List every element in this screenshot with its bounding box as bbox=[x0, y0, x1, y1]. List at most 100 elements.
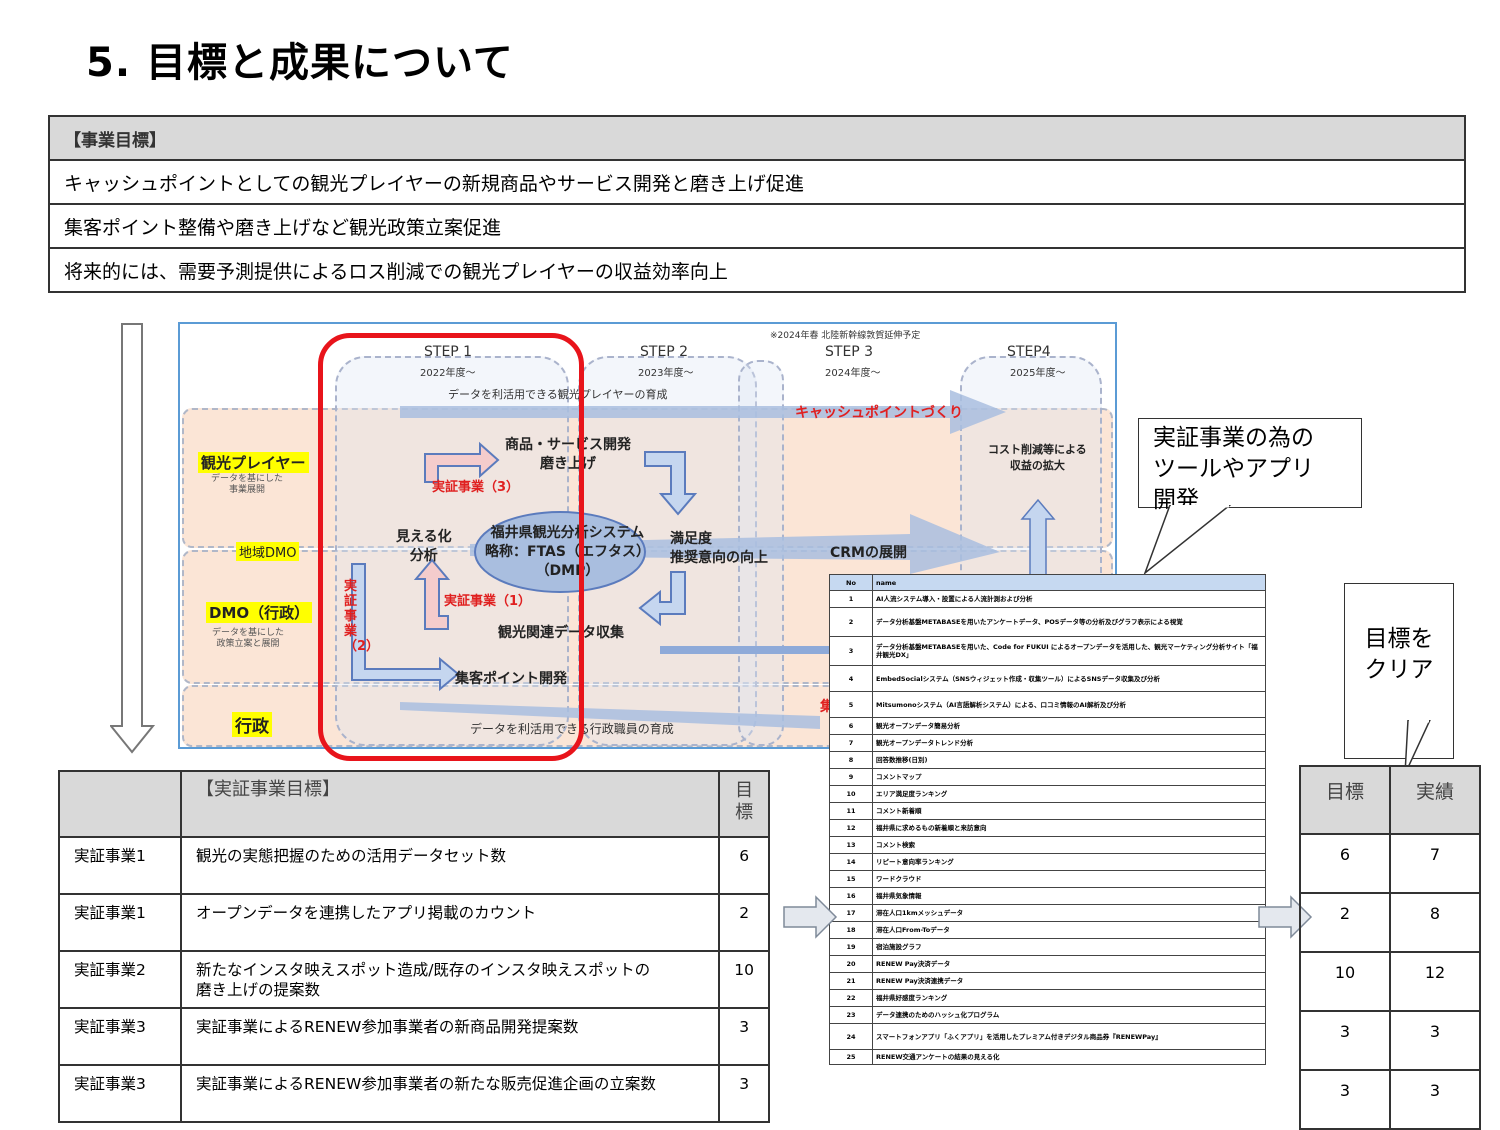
result-target: 3 bbox=[1299, 1069, 1391, 1130]
list-no: 11 bbox=[829, 802, 873, 820]
project-name: 実証事業2 bbox=[58, 950, 182, 1009]
callout-pointer bbox=[1143, 505, 1232, 576]
list-item: 滞在人口From-Toデータ bbox=[872, 921, 1266, 939]
project-name: 実証事業3 bbox=[58, 1007, 182, 1066]
result-target: 6 bbox=[1299, 833, 1391, 894]
list-header-name: name bbox=[872, 574, 1266, 591]
demo-goals-header: 【実証事業目標】 bbox=[179, 770, 721, 838]
list-item: 福井県好感度ランキング bbox=[872, 989, 1266, 1007]
list-no: 15 bbox=[829, 870, 873, 888]
result-target: 3 bbox=[1299, 1010, 1391, 1071]
result-target: 10 bbox=[1299, 951, 1391, 1012]
crm-label: CRMの展開 bbox=[830, 545, 907, 561]
list-no: 6 bbox=[829, 717, 873, 735]
list-item: EmbedSocialシステム（SNSウィジェット作成・収集ツール）によるSNS… bbox=[872, 665, 1266, 692]
list-item: スマートフォンアプリ「ふくアプリ」を活用したプレミアム付きデジタル商品券『REN… bbox=[872, 1023, 1266, 1050]
target-value: 6 bbox=[718, 836, 770, 895]
list-no: 3 bbox=[829, 636, 873, 666]
goal-text: 実証事業によるRENEW参加事業者の新商品開発提案数 bbox=[179, 1007, 721, 1066]
list-item: 福井県気象情報 bbox=[872, 887, 1266, 905]
result-actual: 7 bbox=[1389, 833, 1481, 894]
list-item: 宿泊施設グラフ bbox=[872, 938, 1266, 956]
list-no: 22 bbox=[829, 989, 873, 1007]
list-item: AI人流システム導入・設置による人流計測および分析 bbox=[872, 590, 1266, 608]
target-header: 目 標 bbox=[718, 770, 770, 838]
list-item: RENEW Pay決済連携データ bbox=[872, 972, 1266, 990]
results-header-target: 目標 bbox=[1299, 765, 1391, 835]
list-item: 福井県に求めるもの新着順と来訪意向 bbox=[872, 819, 1266, 837]
list-no: 13 bbox=[829, 836, 873, 854]
list-no: 24 bbox=[829, 1023, 873, 1050]
goal-text: 観光の実態把握のための活用データセット数 bbox=[179, 836, 721, 895]
list-item: データ分析基盤METABASEを用いたアンケートデータ、POSデータ等の分析及び… bbox=[872, 607, 1266, 637]
down-arrow-icon bbox=[110, 323, 156, 754]
business-goal-item: 将来的には、需要予測提供によるロス削減での観光プレイヤーの収益効率向上 bbox=[48, 247, 1466, 293]
tool-list-table: No name 1 AI人流システム導入・設置による人流計測および分析 2 データ分… bbox=[829, 574, 1266, 1065]
list-item: 観光オープンデータ簡易分析 bbox=[872, 717, 1266, 735]
goal-text: 新たなインスタ映えスポット造成/既存のインスタ映えスポットの 磨き上げの提案数 bbox=[179, 950, 721, 1009]
list-item: エリア満足度ランキング bbox=[872, 785, 1266, 803]
list-no: 5 bbox=[829, 691, 873, 718]
local-dmo-label: 地域DMO bbox=[236, 542, 300, 561]
dmo-sub: データを基にした 政策立案と展開 bbox=[211, 628, 284, 649]
result-target: 2 bbox=[1299, 892, 1391, 953]
list-item: 滞在人口1kmメッシュデータ bbox=[872, 904, 1266, 922]
list-no: 14 bbox=[829, 853, 873, 871]
business-goal-item: 集客ポイント整備や磨き上げなど観光政策立案促進 bbox=[48, 203, 1466, 249]
tools-callout: 実証事業の為の ツールやアプリ 開発 bbox=[1138, 418, 1362, 513]
list-no: 8 bbox=[829, 751, 873, 769]
results-header-actual: 実績 bbox=[1389, 765, 1481, 835]
list-no: 10 bbox=[829, 785, 873, 803]
list-item: 観光オープンデータトレンド分析 bbox=[872, 734, 1266, 752]
project-name: 実証事業1 bbox=[58, 893, 182, 952]
list-no: 12 bbox=[829, 819, 873, 837]
list-no: 25 bbox=[829, 1049, 873, 1065]
target-value: 3 bbox=[718, 1007, 770, 1066]
list-no: 7 bbox=[829, 734, 873, 752]
result-actual: 3 bbox=[1389, 1069, 1481, 1130]
demo-header-empty bbox=[58, 770, 182, 838]
satisfaction-label: 満足度 推奨意向の向上 bbox=[670, 531, 768, 566]
target-value: 2 bbox=[718, 893, 770, 952]
demo-goals-table: 【実証事業目標】 目 標 実証事業1 観光の実態把握のための活用データセット数 … bbox=[58, 770, 770, 1123]
list-no: 23 bbox=[829, 1006, 873, 1024]
list-no: 4 bbox=[829, 665, 873, 692]
list-no: 9 bbox=[829, 768, 873, 786]
list-no: 1 bbox=[829, 590, 873, 608]
right-arrow-icon bbox=[783, 895, 838, 939]
list-header-no: No bbox=[829, 574, 873, 591]
gov-label: 行政 bbox=[232, 712, 272, 737]
cost-label: コスト削減等による 収益の拡大 bbox=[988, 443, 1087, 472]
step1-highlight bbox=[318, 333, 584, 761]
page-title: 5. 目標と成果について bbox=[86, 40, 514, 86]
list-item: ワードクラウド bbox=[872, 870, 1266, 888]
list-no: 2 bbox=[829, 607, 873, 637]
result-actual: 12 bbox=[1389, 951, 1481, 1012]
list-item: データ分析基盤METABASEを用いた、Code for FUKUI によるオー… bbox=[872, 636, 1266, 666]
dmo-label: DMO（行政） bbox=[206, 602, 313, 623]
target-value: 10 bbox=[718, 950, 770, 1009]
target-value: 3 bbox=[718, 1064, 770, 1123]
project-name: 実証事業3 bbox=[58, 1064, 182, 1123]
list-item: RENEW Pay決済データ bbox=[872, 955, 1266, 973]
goal-text: 実証事業によるRENEW参加事業者の新たな販売促進企画の立案数 bbox=[179, 1064, 721, 1123]
player-label: 観光プレイヤー bbox=[198, 452, 309, 473]
list-item: Mitsumonoシステム（AI言語解析システム）による、口コミ情報のAI解析及… bbox=[872, 691, 1266, 718]
result-actual: 8 bbox=[1389, 892, 1481, 953]
list-item: リピート意向率ランキング bbox=[872, 853, 1266, 871]
list-item: コメント新着順 bbox=[872, 802, 1266, 820]
business-goals-header: 【事業目標】 bbox=[48, 115, 1466, 161]
list-no: 20 bbox=[829, 955, 873, 973]
list-no: 21 bbox=[829, 972, 873, 990]
cash-point-label: キャッシュポイントづくり bbox=[795, 405, 963, 421]
list-item: コメントマップ bbox=[872, 768, 1266, 786]
list-item: RENEW交通アンケートの結果の見える化 bbox=[872, 1049, 1266, 1065]
list-no: 19 bbox=[829, 938, 873, 956]
business-goals-table: 【事業目標】 キャッシュポイントとしての観光プレイヤーの新規商品やサービス開発と… bbox=[48, 115, 1466, 293]
list-item: データ連携のためのハッシュ化プログラム bbox=[872, 1006, 1266, 1024]
results-table: 目標 実績 67 28 10 12 33 33 bbox=[1299, 765, 1481, 1130]
list-item: 回答数推移(日別) bbox=[872, 751, 1266, 769]
result-actual: 3 bbox=[1389, 1010, 1481, 1071]
goal-text: オープンデータを連携したアプリ掲載のカウント bbox=[179, 893, 721, 952]
list-item: コメント検索 bbox=[872, 836, 1266, 854]
